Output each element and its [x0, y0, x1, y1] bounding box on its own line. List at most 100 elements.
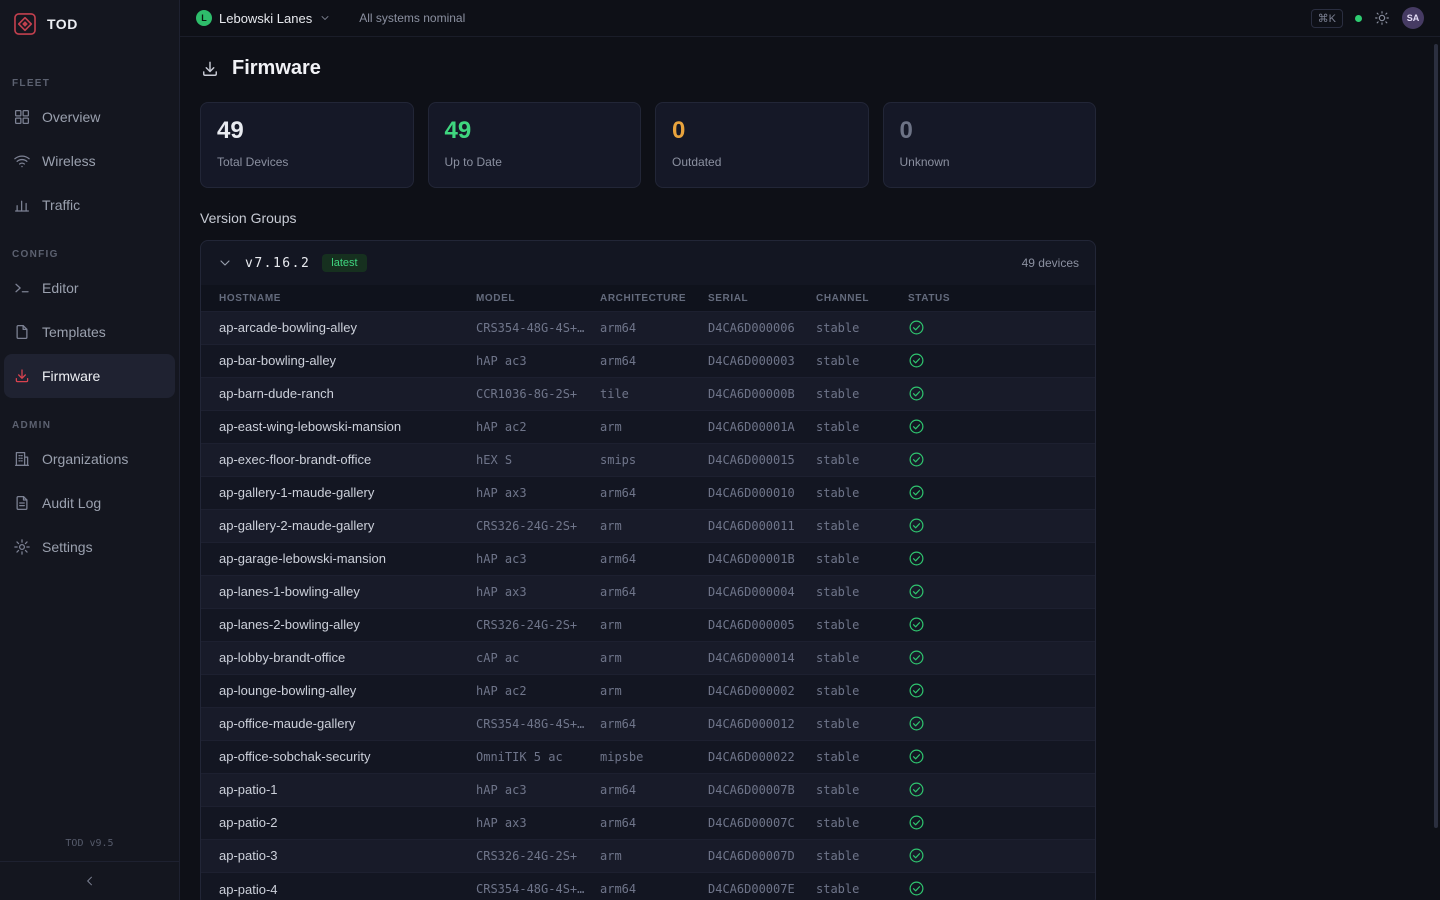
sun-icon[interactable] — [1374, 10, 1390, 26]
cell-hostname: ap-bar-bowling-alley — [201, 344, 476, 377]
wifi-icon — [13, 152, 31, 170]
cell-channel: stable — [816, 608, 908, 641]
table-row[interactable]: ap-east-wing-lebowski-mansionhAP ac2armD… — [201, 410, 1096, 443]
topbar: L Lebowski Lanes All systems nominal ⌘K … — [180, 0, 1440, 37]
cell-channel: stable — [816, 872, 908, 900]
cell-model: hAP ac2 — [476, 410, 600, 443]
table-row[interactable]: ap-lobby-brandt-officecAP acarmD4CA6D000… — [201, 641, 1096, 674]
cell-model: OmniTIK 5 ac — [476, 740, 600, 773]
cell-status — [908, 674, 1096, 707]
table-row[interactable]: ap-office-maude-galleryCRS354-48G-4S+…ar… — [201, 707, 1096, 740]
sidebar-item-audit-log[interactable]: Audit Log — [4, 481, 175, 525]
cell-model: hAP ac3 — [476, 542, 600, 575]
stat-label: Outdated — [672, 155, 852, 169]
app-brand: TOD — [47, 16, 78, 32]
org-switcher[interactable]: L Lebowski Lanes — [196, 10, 331, 26]
table-row[interactable]: ap-gallery-2-maude-galleryCRS326-24G-2S+… — [201, 509, 1096, 542]
sidebar-item-firmware[interactable]: Firmware — [4, 354, 175, 398]
org-name: Lebowski Lanes — [219, 11, 312, 26]
sidebar-item-label: Overview — [42, 109, 100, 125]
stats-row: 49Total Devices49Up to Date0Outdated0Unk… — [200, 102, 1096, 188]
cell-arch: arm64 — [600, 806, 708, 839]
check-circle-icon — [908, 649, 925, 666]
scrollbar[interactable] — [1434, 44, 1438, 828]
sidebar: TOD FLEETOverviewWirelessTrafficCONFIGEd… — [0, 0, 180, 900]
stat-label: Total Devices — [217, 155, 397, 169]
device-count: 49 devices — [1022, 256, 1079, 270]
cell-channel: stable — [816, 410, 908, 443]
chevron-down-icon — [319, 12, 331, 24]
version-label: v7.16.2 — [245, 256, 310, 271]
section-title: Version Groups — [200, 210, 1096, 226]
cell-hostname: ap-lanes-1-bowling-alley — [201, 575, 476, 608]
cell-hostname: ap-patio-3 — [201, 839, 476, 872]
table-row[interactable]: ap-gallery-1-maude-galleryhAP ax3arm64D4… — [201, 476, 1096, 509]
table-row[interactable]: ap-patio-2hAP ax3arm64D4CA6D00007Cstable — [201, 806, 1096, 839]
nav-section-label: ADMIN — [12, 420, 167, 431]
table-row[interactable]: ap-garage-lebowski-mansionhAP ac3arm64D4… — [201, 542, 1096, 575]
sidebar-item-wireless[interactable]: Wireless — [4, 139, 175, 183]
cell-serial: D4CA6D000010 — [708, 476, 816, 509]
table-row[interactable]: ap-patio-3CRS326-24G-2S+armD4CA6D00007Ds… — [201, 839, 1096, 872]
table-row[interactable]: ap-lanes-1-bowling-alleyhAP ax3arm64D4CA… — [201, 575, 1096, 608]
cell-arch: arm — [600, 410, 708, 443]
nav-section-label: FLEET — [12, 78, 167, 89]
sidebar-collapse-button[interactable] — [0, 861, 179, 900]
cell-status — [908, 476, 1096, 509]
sidebar-item-editor[interactable]: Editor — [4, 266, 175, 310]
page-title-row: Firmware — [200, 57, 1096, 80]
sidebar-item-label: Wireless — [42, 153, 96, 169]
cell-hostname: ap-office-maude-gallery — [201, 707, 476, 740]
cell-hostname: ap-east-wing-lebowski-mansion — [201, 410, 476, 443]
table-row[interactable]: ap-patio-1hAP ac3arm64D4CA6D00007Bstable — [201, 773, 1096, 806]
version-group-header[interactable]: v7.16.2 latest 49 devices — [201, 241, 1095, 285]
cell-model: CCR1036-8G-2S+ — [476, 377, 600, 410]
cell-serial: D4CA6D000022 — [708, 740, 816, 773]
cell-hostname: ap-garage-lebowski-mansion — [201, 542, 476, 575]
cell-serial: D4CA6D00007C — [708, 806, 816, 839]
check-circle-icon — [908, 682, 925, 699]
command-palette-shortcut[interactable]: ⌘K — [1311, 9, 1343, 28]
cell-status — [908, 608, 1096, 641]
cell-arch: arm64 — [600, 707, 708, 740]
column-header: SERIAL — [708, 285, 816, 311]
cell-arch: smips — [600, 443, 708, 476]
check-circle-icon — [908, 847, 925, 864]
cell-status — [908, 806, 1096, 839]
table-row[interactable]: ap-office-sobchak-securityOmniTIK 5 acmi… — [201, 740, 1096, 773]
cell-arch: arm64 — [600, 575, 708, 608]
stat-card: 49Total Devices — [200, 102, 414, 188]
sidebar-item-overview[interactable]: Overview — [4, 95, 175, 139]
cell-arch: arm — [600, 608, 708, 641]
table-row[interactable]: ap-lounge-bowling-alleyhAP ac2armD4CA6D0… — [201, 674, 1096, 707]
column-header: CHANNEL — [816, 285, 908, 311]
user-avatar[interactable]: SA — [1402, 7, 1424, 29]
check-circle-icon — [908, 352, 925, 369]
sidebar-item-settings[interactable]: Settings — [4, 525, 175, 569]
table-row[interactable]: ap-barn-dude-ranchCCR1036-8G-2S+tileD4CA… — [201, 377, 1096, 410]
cell-channel: stable — [816, 707, 908, 740]
cell-status — [908, 509, 1096, 542]
sidebar-item-label: Audit Log — [42, 495, 101, 511]
cell-model: cAP ac — [476, 641, 600, 674]
sidebar-item-organizations[interactable]: Organizations — [4, 437, 175, 481]
table-row[interactable]: ap-lanes-2-bowling-alleyCRS326-24G-2S+ar… — [201, 608, 1096, 641]
check-circle-icon — [908, 781, 925, 798]
sidebar-item-traffic[interactable]: Traffic — [4, 183, 175, 227]
cell-arch: arm — [600, 674, 708, 707]
sidebar-item-templates[interactable]: Templates — [4, 310, 175, 354]
cell-serial: D4CA6D00007E — [708, 872, 816, 900]
cell-status — [908, 410, 1096, 443]
cell-model: CRS326-24G-2S+ — [476, 839, 600, 872]
cell-channel: stable — [816, 311, 908, 344]
cell-arch: arm64 — [600, 542, 708, 575]
table-row[interactable]: ap-arcade-bowling-alleyCRS354-48G-4S+…ar… — [201, 311, 1096, 344]
table-row[interactable]: ap-patio-4CRS354-48G-4S+…arm64D4CA6D0000… — [201, 872, 1096, 900]
cell-arch: tile — [600, 377, 708, 410]
column-header: MODEL — [476, 285, 600, 311]
table-row[interactable]: ap-bar-bowling-alleyhAP ac3arm64D4CA6D00… — [201, 344, 1096, 377]
cell-arch: arm64 — [600, 344, 708, 377]
cell-hostname: ap-office-sobchak-security — [201, 740, 476, 773]
terminal-icon — [13, 279, 31, 297]
table-row[interactable]: ap-exec-floor-brandt-officehEX SsmipsD4C… — [201, 443, 1096, 476]
